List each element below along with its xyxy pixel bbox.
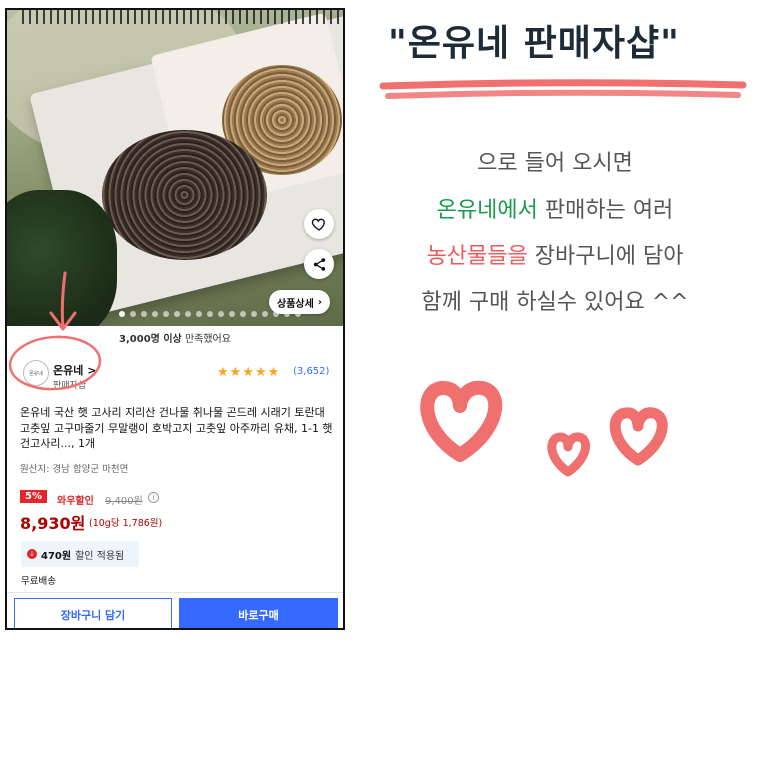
review-count-link[interactable]: (3,652): [293, 366, 329, 377]
unit-price: (10g당 1,786원): [89, 518, 163, 529]
hearts-decoration: [420, 380, 668, 477]
detail-button-label: 상품상세: [277, 298, 314, 310]
star-icon: ★: [242, 365, 254, 380]
share-icon: [313, 257, 325, 271]
annotation-line-4: 함께 구매 하실수 있어요 ^^: [421, 290, 689, 315]
seller-name-link[interactable]: 온유네 >: [53, 362, 96, 378]
satisfaction-text: 3,000명 이상 만족했어요: [119, 334, 231, 345]
notebook-spiral: [17, 10, 343, 24]
info-icon[interactable]: i: [148, 492, 159, 503]
star-icon: ★: [267, 365, 280, 380]
wishlist-button[interactable]: [304, 209, 334, 239]
heart-icon: [420, 380, 503, 462]
coupon-amount: 470원: [41, 550, 72, 562]
coupon-badge: ↓ 470원 할인 적용됨: [21, 541, 139, 567]
rating-stars: ★ ★ ★ ★ ★: [217, 366, 279, 379]
annotation-line-2: 온유네에서 판매하는 여러: [436, 198, 674, 223]
heart-icon: [547, 432, 591, 477]
coupon-text: 할인 적용됨: [75, 550, 125, 562]
chevron-right-icon: ›: [317, 296, 322, 308]
product-screen: 상품상세 › 3,000명 이상 만족했어요 온유네 온유네 > 판매자샵 ★ ★…: [5, 8, 345, 630]
carousel-indicator: [119, 311, 301, 317]
wow-discount-label: 와우할인: [57, 496, 94, 507]
original-price: 9,400원: [105, 496, 143, 507]
product-photo[interactable]: 상품상세 ›: [7, 10, 343, 326]
buy-now-button[interactable]: 바로구매: [179, 598, 338, 628]
star-icon: ★: [254, 365, 267, 380]
annotation-headline: "온유네 판매자샵": [388, 23, 680, 64]
sale-price: 8,930원: [20, 514, 86, 533]
heart-icon: [609, 407, 668, 466]
star-icon: ★: [229, 365, 242, 380]
seller-logo[interactable]: 온유네: [23, 360, 49, 386]
down-arrow-icon: ↓: [27, 549, 37, 559]
discount-badge: 5%: [20, 490, 47, 503]
product-title: 온유네 국산 햇 고사리 지리산 건나물 취나물 곤드레 시래기 토란대 고춧잎…: [20, 406, 333, 450]
share-button[interactable]: [304, 249, 334, 279]
heart-icon: [311, 218, 325, 231]
marker-underline: [379, 79, 747, 99]
annotation-line-3: 농산물들을 장바구니에 담아: [426, 244, 684, 269]
star-icon: ★: [217, 365, 229, 380]
add-to-cart-button[interactable]: 장바구니 담기: [14, 598, 172, 628]
origin-text: 원산지: 경남 함양군 마천면: [20, 464, 129, 475]
divider: [7, 592, 343, 593]
shipping-text: 무료배송: [21, 576, 56, 587]
seller-shop-label[interactable]: 판매자샵: [53, 378, 86, 391]
annotation-line-1: 으로 들어 오시면: [477, 151, 633, 176]
